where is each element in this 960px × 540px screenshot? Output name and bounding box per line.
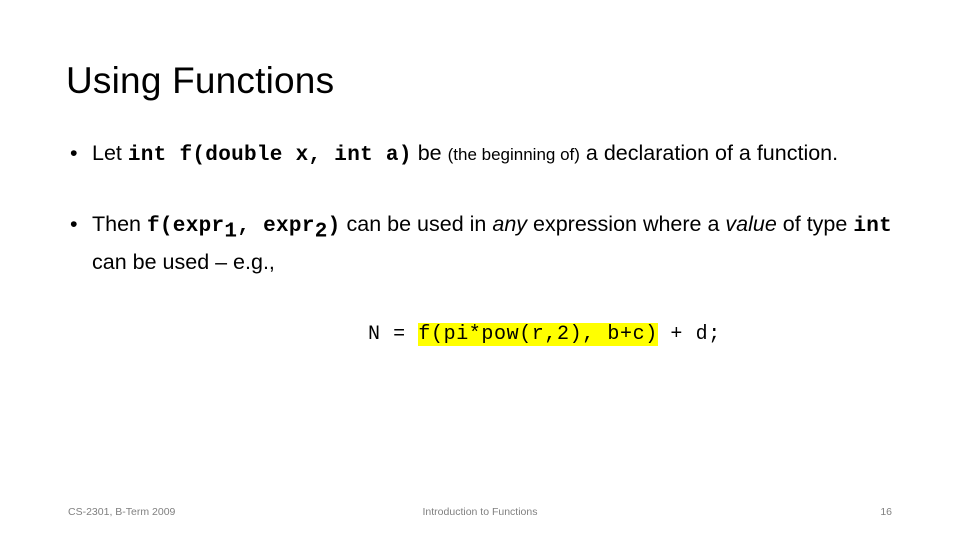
bullet-item-1: • Let int f(double x, int a) be (the beg… xyxy=(66,138,896,171)
bullet-1-parenthetical-note: (the beginning of) xyxy=(447,145,580,164)
code-example-suffix: + d; xyxy=(657,323,721,347)
slide-body: • Let int f(double x, int a) be (the beg… xyxy=(66,138,896,381)
bullet-2-tail-text: can be used – e.g., xyxy=(92,250,275,275)
bullet-2-code-call-open: f(expr xyxy=(146,215,225,238)
bullet-1-code-signature: int f(double x, int a) xyxy=(127,144,412,167)
code-example-prefix: N = xyxy=(367,323,419,347)
bullet-2-mid-text: can be used in xyxy=(340,212,493,236)
bullet-2-code-call-close: ) xyxy=(327,215,341,238)
bullet-item-2: • Then f(expr1, expr2) can be used in an… xyxy=(66,209,896,381)
footer-topic-label: Introduction to Functions xyxy=(422,506,538,518)
bullet-2-subscript-1: 1 xyxy=(224,220,238,244)
bullet-marker-icon: • xyxy=(70,212,78,236)
slide-footer: CS-2301, B-Term 2009 Introduction to Fun… xyxy=(0,496,960,540)
slide-canvas: Using Functions • Let int f(double x, in… xyxy=(0,0,960,540)
bullet-1-after-code-text: be xyxy=(411,141,448,165)
code-example-highlighted-call: f(pi*pow(r,2), b+c) xyxy=(418,323,658,347)
bullet-1-lead-text: Let xyxy=(92,141,128,165)
bullet-2-emphasis-any: any xyxy=(492,212,528,236)
code-example-line: N = f(pi*pow(r,2), b+c) + d; xyxy=(92,288,896,381)
bullet-2-lead-text: Then xyxy=(92,212,147,236)
page-title: Using Functions xyxy=(66,60,335,101)
bullet-2-code-call-mid: , expr xyxy=(237,215,315,238)
bullet-2-emphasis-value: value xyxy=(725,212,777,236)
bullet-2-subscript-2: 2 xyxy=(314,220,328,244)
bullet-marker-icon: • xyxy=(70,141,78,165)
bullet-1-tail-text: a declaration of a function. xyxy=(579,141,839,165)
footer-page-number: 16 xyxy=(880,506,892,518)
bullet-2-code-int: int xyxy=(853,215,893,238)
bullet-2-after-any-text: expression where a xyxy=(527,212,726,236)
bullet-2-after-value-text: of type xyxy=(776,212,854,236)
